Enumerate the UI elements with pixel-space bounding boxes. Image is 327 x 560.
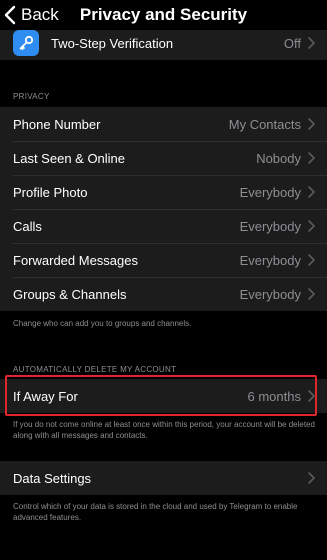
row-label: Data Settings: [13, 470, 92, 486]
two-step-label: Two-Step Verification: [51, 35, 174, 51]
profile-photo-row[interactable]: Profile Photo Everybody: [0, 175, 327, 209]
page-title: Privacy and Security: [79, 5, 248, 24]
row-label: Calls: [13, 218, 42, 234]
two-step-verification-row[interactable]: Two-Step Verification Off: [0, 26, 327, 60]
chevron-right-icon: [308, 186, 315, 198]
privacy-footer: Change who can add you to groups and cha…: [13, 319, 192, 328]
auto-delete-section-header: AUTOMATICALLY DELETE MY ACCOUNT: [13, 365, 177, 374]
forwarded-messages-row[interactable]: Forwarded Messages Everybody: [0, 243, 327, 277]
row-value: Everybody: [239, 218, 301, 234]
two-step-value: Off: [283, 35, 301, 51]
row-label: Forwarded Messages: [13, 252, 138, 268]
privacy-section-header: PRIVACY: [13, 92, 50, 101]
chevron-right-icon: [308, 37, 315, 49]
data-group: Data Settings: [0, 461, 327, 495]
calls-row[interactable]: Calls Everybody: [0, 209, 327, 243]
data-footer: Control which of your data is stored in …: [13, 502, 298, 522]
row-value: Everybody: [239, 286, 301, 302]
chevron-right-icon: [308, 288, 315, 300]
row-value: Everybody: [239, 252, 301, 268]
row-label: Phone Number: [13, 116, 101, 132]
row-label: Last Seen & Online: [13, 150, 126, 166]
chevron-right-icon: [308, 472, 315, 484]
last-seen-row[interactable]: Last Seen & Online Nobody: [0, 141, 327, 175]
row-value: Nobody: [256, 150, 301, 166]
row-label: Groups & Channels: [13, 286, 127, 302]
phone-number-row[interactable]: Phone Number My Contacts: [0, 107, 327, 141]
data-settings-row[interactable]: Data Settings: [0, 461, 327, 495]
row-value: My Contacts: [228, 116, 301, 132]
chevron-right-icon: [308, 152, 315, 164]
row-label: Profile Photo: [13, 184, 88, 200]
chevron-right-icon: [308, 118, 315, 130]
privacy-group: Phone Number My Contacts Last Seen & Onl…: [0, 107, 327, 311]
row-value: Everybody: [239, 184, 301, 200]
chevron-right-icon: [308, 254, 315, 266]
security-group: Two-Step Verification Off: [0, 26, 327, 60]
chevron-right-icon: [308, 220, 315, 232]
key-icon: [13, 30, 39, 56]
navigation-bar: Back Privacy and Security: [0, 0, 327, 30]
highlight-frame: [5, 375, 317, 416]
groups-channels-row[interactable]: Groups & Channels Everybody: [0, 277, 327, 311]
auto-delete-footer: If you do not come online at least once …: [13, 420, 315, 440]
